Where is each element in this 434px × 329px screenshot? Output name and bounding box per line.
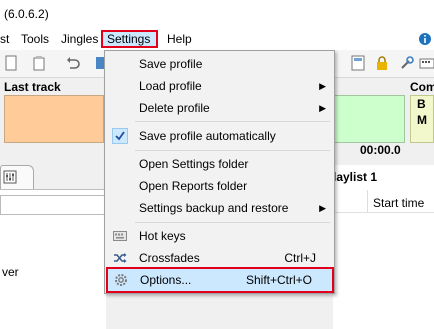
menu-options-shortcut: Shift+Ctrl+O <box>245 273 312 287</box>
keyboard-toolbar-icon[interactable] <box>418 54 434 72</box>
menu-open-settings-folder-label: Open Settings folder <box>139 157 249 171</box>
checkmark-icon <box>112 128 128 144</box>
menu-settings-backup-restore[interactable]: Settings backup and restore ▶ <box>107 197 332 219</box>
clipboard-icon[interactable] <box>30 54 48 72</box>
keyboard-icon <box>112 228 128 244</box>
menu-item-tools[interactable]: Tools <box>17 30 53 48</box>
tab-strip <box>0 165 110 189</box>
title-bar: (6.0.6.2) <box>0 0 434 28</box>
submenu-arrow-icon: ▶ <box>319 103 326 113</box>
menu-save-profile-label: Save profile <box>139 57 203 71</box>
time-readout: 00:00.0 <box>360 143 401 157</box>
comm-header: Com <box>410 80 434 94</box>
menu-separator <box>135 121 330 122</box>
tools-icon[interactable] <box>398 54 416 72</box>
menu-load-profile-label: Load profile <box>139 79 202 93</box>
info-icon[interactable] <box>418 32 432 46</box>
menu-crossfades-label: Crossfades <box>139 251 200 265</box>
menu-options[interactable]: Options... Shift+Ctrl+O <box>106 267 334 293</box>
column-divider[interactable] <box>367 190 368 212</box>
submenu-arrow-icon: ▶ <box>319 203 326 213</box>
menu-save-profile-automatically[interactable]: Save profile automatically <box>107 125 332 147</box>
menu-crossfades-shortcut: Ctrl+J <box>284 251 316 265</box>
menu-item-jingles[interactable]: Jingles <box>57 30 102 48</box>
comm-box: B M <box>410 95 434 143</box>
menu-load-profile[interactable]: Load profile ▶ <box>107 75 332 97</box>
settings-menu: Save profile Load profile ▶ Delete profi… <box>104 50 335 294</box>
menu-item-help[interactable]: Help <box>163 30 196 48</box>
submenu-arrow-icon: ▶ <box>319 81 326 91</box>
menu-open-settings-folder[interactable]: Open Settings folder <box>107 153 332 175</box>
menu-hot-keys[interactable]: Hot keys <box>107 225 332 247</box>
playlist-title: laylist 1 <box>333 170 378 184</box>
menu-item-list[interactable]: st <box>0 30 13 48</box>
new-document-icon[interactable] <box>2 54 20 72</box>
mixer-icon <box>3 170 17 184</box>
window-title: (6.0.6.2) <box>4 7 49 21</box>
menu-open-reports-folder-label: Open Reports folder <box>139 179 248 193</box>
comm-line-1: B <box>417 97 426 111</box>
menu-separator <box>135 222 330 223</box>
menu-item-settings[interactable]: Settings <box>101 30 158 48</box>
calculator-icon[interactable] <box>349 54 367 72</box>
column-header-start-time[interactable]: Start time <box>373 196 424 210</box>
left-panel-label: ver <box>2 265 19 279</box>
menu-settings-backup-restore-label: Settings backup and restore <box>139 201 289 215</box>
menu-save-profile-automatically-label: Save profile automatically <box>139 129 276 143</box>
last-track-header: Last track <box>4 80 61 94</box>
menu-delete-profile[interactable]: Delete profile ▶ <box>107 97 332 119</box>
menu-separator <box>135 150 330 151</box>
menu-hot-keys-label: Hot keys <box>139 229 186 243</box>
menu-open-reports-folder[interactable]: Open Reports folder <box>107 175 332 197</box>
playlist-panel <box>333 165 434 329</box>
shuffle-icon <box>112 250 128 266</box>
last-track-box <box>4 95 104 143</box>
undo-icon[interactable] <box>64 54 82 72</box>
gear-icon <box>113 272 129 288</box>
tab-mixer[interactable] <box>0 165 34 189</box>
menu-options-label: Options... <box>140 273 192 287</box>
menu-bar: st Tools Jingles Settings Help <box>0 28 434 50</box>
lock-icon[interactable] <box>373 54 391 72</box>
left-search-field[interactable] <box>0 195 106 215</box>
menu-delete-profile-label: Delete profile <box>139 101 210 115</box>
header-divider <box>333 212 434 213</box>
menu-crossfades[interactable]: Crossfades Ctrl+J <box>107 247 332 269</box>
menu-save-profile[interactable]: Save profile <box>107 53 332 75</box>
comm-line-2: M <box>417 113 427 127</box>
next-track-box <box>333 95 405 143</box>
